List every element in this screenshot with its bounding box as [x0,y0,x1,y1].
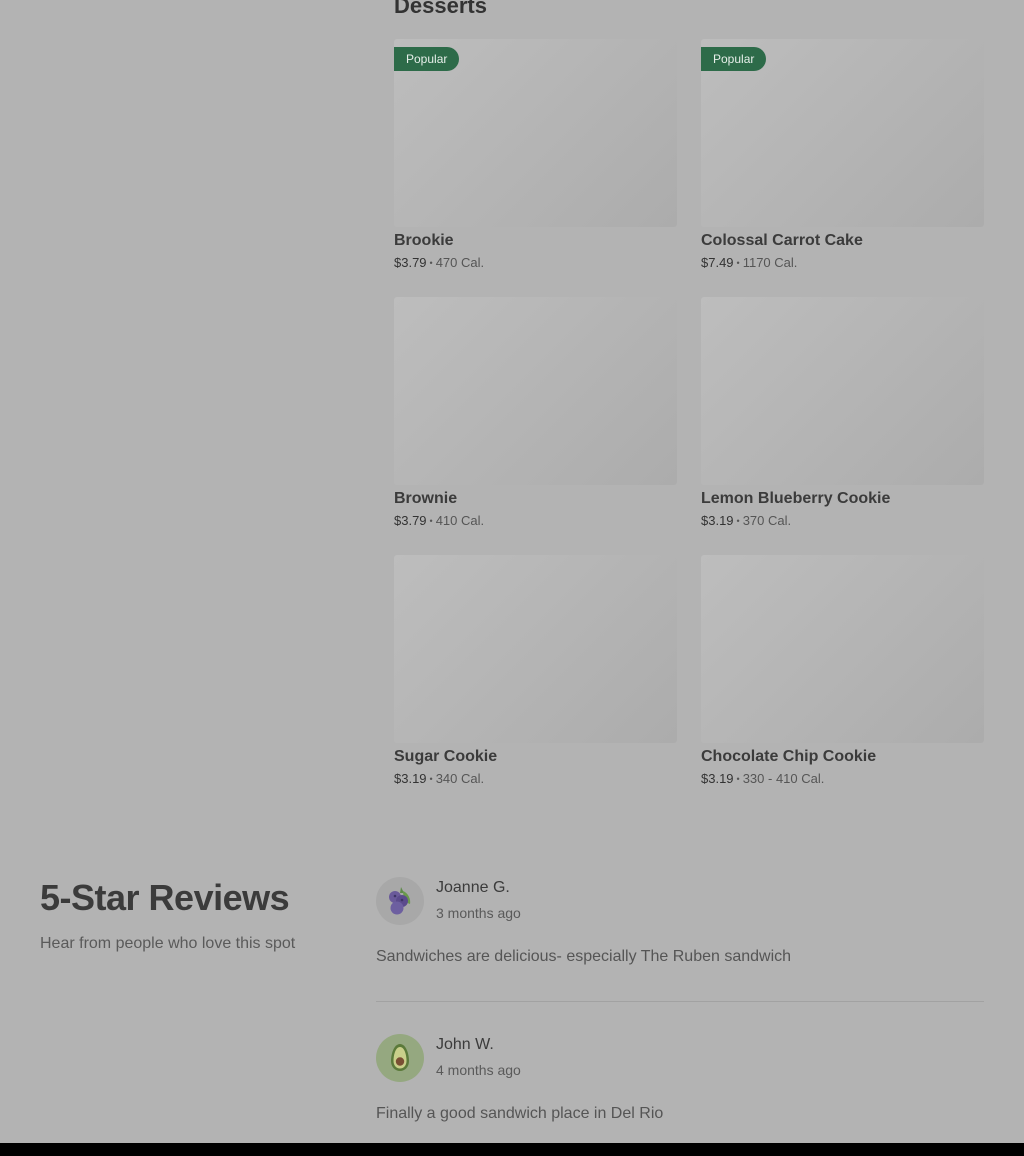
review-text: Finally a good sandwich place in Del Rio [376,1105,664,1122]
menu-item-image [394,297,677,485]
menu-item-calories: 410 Cal. [435,513,485,528]
menu-item-card[interactable]: Popular Colossal Carrot Cake $7.49 • 1170 … [701,39,984,275]
menu-item-name: Brookie [394,232,454,249]
menu-item-price: $3.19 [394,771,427,786]
menu-item-card[interactable]: Chocolate Chip Cookie $3.19 • 330 - 410 Ca… [701,555,984,791]
avocado-icon [391,1044,409,1071]
menu-item-name: Lemon Blueberry Cookie [701,490,891,507]
review-time: 3 months ago [436,905,521,921]
menu-item-meta: $3.19 • 330 - 410 Cal. [701,771,984,787]
review-divider [376,1001,984,1002]
menu-item-price: $3.79 [394,513,427,528]
avatar [376,1034,424,1082]
separator-dot: • [429,774,433,784]
menu-item-calories: 330 - 410 Cal. [742,771,825,786]
separator-dot: • [736,774,740,784]
menu-item-price: $7.49 [701,255,734,270]
menu-item-name: Chocolate Chip Cookie [701,748,877,765]
menu-item-image [701,555,984,743]
desserts-grid: Popular Brookie $3.79 • 470 Cal. Popular C… [394,39,984,791]
menu-item-image [701,297,984,485]
menu-item-card[interactable]: Lemon Blueberry Cookie $3.19 • 370 Cal. [701,297,984,533]
reviewer-name: John W. [436,1036,494,1053]
menu-item-meta: $3.79 • 470 Cal. [394,255,677,271]
menu-item-name: Sugar Cookie [394,748,498,765]
menu-item-card[interactable]: Sugar Cookie $3.19 • 340 Cal. [394,555,677,791]
menu-item-image: Popular [394,39,677,227]
avatar [376,877,424,925]
menu-item-price: $3.19 [701,513,734,528]
popular-badge: Popular [394,47,460,71]
popular-badge: Popular [701,47,767,71]
menu-item-name: Colossal Carrot Cake [701,232,863,249]
menu-item-calories: 370 Cal. [742,513,792,528]
menu-item-image [394,555,677,743]
review-text: Sandwiches are delicious- especially The… [376,948,792,965]
bottom-bar [0,1143,1024,1156]
menu-item-calories: 470 Cal. [435,255,485,270]
menu-item-price: $3.19 [701,771,734,786]
separator-dot: • [429,258,433,268]
reviews-title: 5-Star Reviews [40,877,290,918]
menu-item-meta: $7.49 • 1170 Cal. [701,255,984,271]
reviews-subtitle: Hear from people who love this spot [40,935,296,952]
separator-dot: • [736,258,740,268]
menu-item-meta: $3.79 • 410 Cal. [394,513,677,529]
menu-item-price: $3.79 [394,255,427,270]
separator-dot: • [429,516,433,526]
menu-item-calories: 340 Cal. [435,771,485,786]
menu-item-image: Popular [701,39,984,227]
menu-item-name: Brownie [394,490,458,507]
menu-item-calories: 1170 Cal. [742,255,798,270]
menu-item-meta: $3.19 • 340 Cal. [394,771,677,787]
reviewer-name: Joanne G. [436,879,510,896]
review-time: 4 months ago [436,1062,521,1078]
menu-item-card[interactable]: Popular Brookie $3.79 • 470 Cal. [394,39,677,275]
menu-item-card[interactable]: Brownie $3.79 • 410 Cal. [394,297,677,533]
menu-item-meta: $3.19 • 370 Cal. [701,513,984,529]
separator-dot: • [736,516,740,526]
desserts-section-title: Desserts [394,0,487,18]
blueberry-icon [389,887,411,915]
